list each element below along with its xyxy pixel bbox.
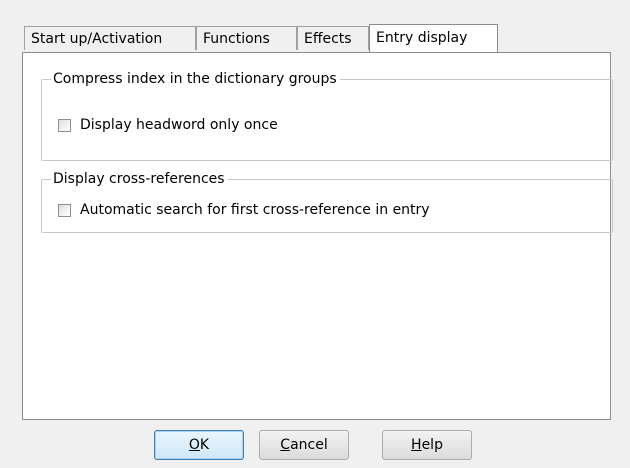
checkbox-display-headword-once[interactable]: Display headword only once [58, 116, 278, 134]
help-button[interactable]: Help [382, 430, 472, 460]
help-label-rest: elp [421, 437, 443, 453]
group-compress-index: Compress index in the dictionary groups … [41, 70, 613, 161]
tab-panel-entry-display: Compress index in the dictionary groups … [22, 52, 613, 420]
tab-functions[interactable]: Functions [196, 26, 297, 50]
group-title: Compress index in the dictionary groups [51, 70, 340, 88]
checkbox-label: Automatic search for first cross-referen… [80, 202, 430, 218]
help-mnemonic: H [411, 437, 422, 453]
tab-label: Functions [203, 31, 270, 47]
checkbox-label: Display headword only once [80, 117, 278, 133]
ok-button[interactable]: OK [154, 430, 244, 460]
cancel-label-rest: ancel [290, 437, 328, 453]
tab-effects[interactable]: Effects [297, 26, 369, 50]
cancel-mnemonic: C [280, 437, 291, 453]
tab-label: Effects [304, 31, 352, 47]
tab-start-up-activation[interactable]: Start up/Activation [24, 26, 196, 50]
checkbox-box[interactable] [58, 118, 71, 132]
ok-label-rest: K [199, 437, 210, 453]
tab-entry-display[interactable]: Entry display [369, 24, 498, 52]
tab-label: Start up/Activation [31, 31, 163, 47]
ok-mnemonic: O [188, 437, 200, 453]
checkbox-auto-search-cross-reference[interactable]: Automatic search for first cross-referen… [58, 201, 430, 219]
checkbox-box[interactable] [58, 203, 71, 217]
group-display-cross-references: Display cross-references Automatic searc… [41, 170, 613, 233]
tab-label: Entry display [376, 30, 468, 46]
cancel-button[interactable]: Cancel [259, 430, 349, 460]
group-title: Display cross-references [51, 170, 228, 188]
